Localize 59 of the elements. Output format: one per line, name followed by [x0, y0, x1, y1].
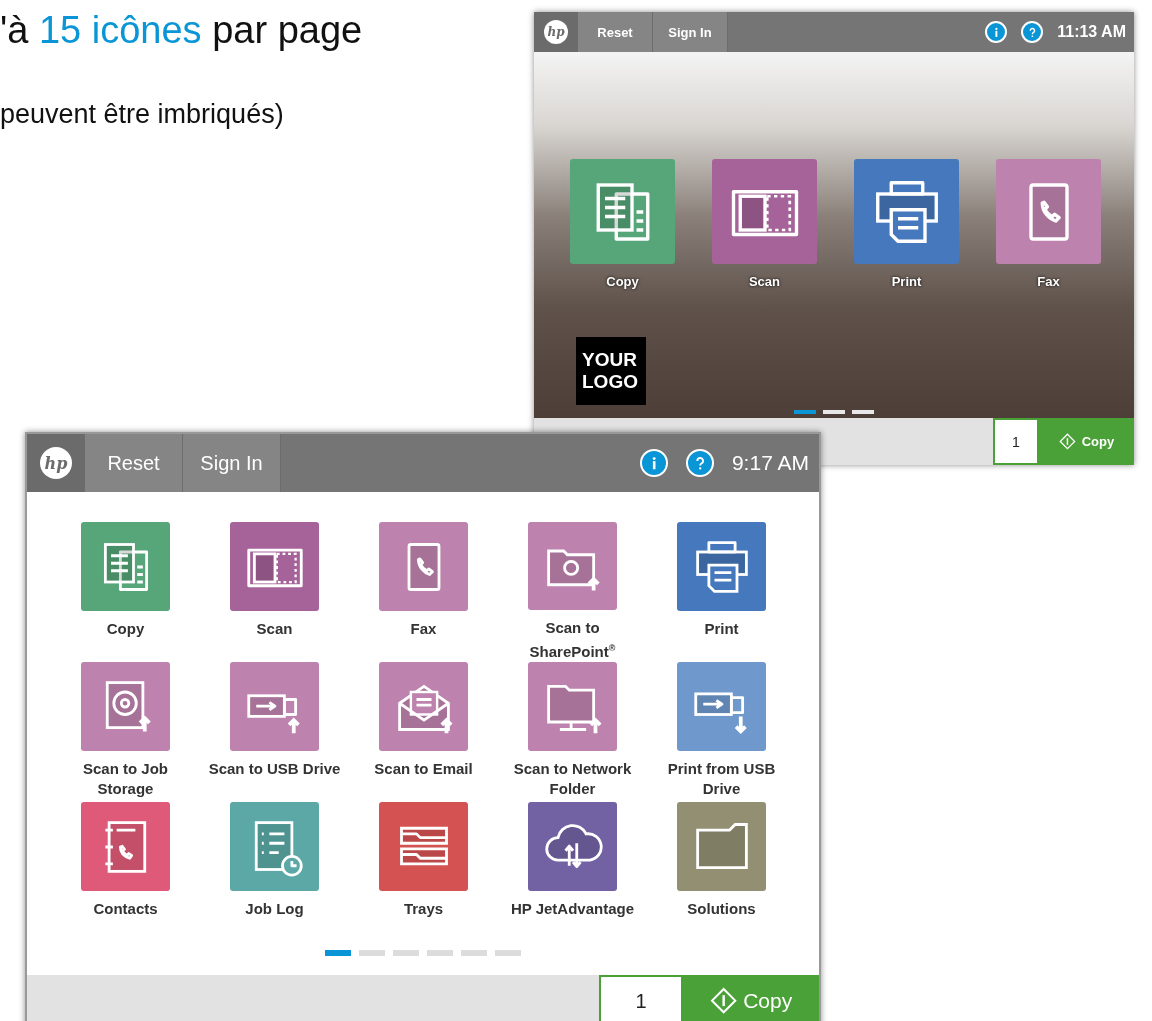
app-tile-button[interactable]	[528, 662, 617, 751]
app-tile-button[interactable]	[81, 802, 170, 891]
app-label: Scan to Email	[373, 759, 474, 779]
top-bar-button[interactable]: Reset	[578, 12, 653, 52]
app-label: Fax	[409, 619, 438, 639]
top-bar-button[interactable]: Sign In	[183, 434, 281, 492]
app-label: Copy	[105, 619, 146, 639]
copies-field[interactable]: 1	[599, 975, 683, 1021]
app-tile-button[interactable]	[81, 522, 170, 611]
app-tile-button[interactable]	[379, 522, 468, 611]
info-icon[interactable]	[985, 21, 1008, 43]
copy-button[interactable]: Copy	[683, 975, 819, 1021]
app-tile-button[interactable]	[379, 802, 468, 891]
app-tile-button[interactable]	[230, 662, 319, 751]
app-tile-button[interactable]	[712, 159, 817, 264]
app-label: Scan	[748, 274, 781, 289]
app-tile-button[interactable]	[528, 522, 617, 610]
app-label: Fax	[1037, 274, 1060, 289]
app-tile-button[interactable]	[379, 662, 468, 751]
copy-button[interactable]: Copy	[1039, 418, 1134, 465]
hp-logo: hp	[544, 20, 568, 44]
top-bar-button[interactable]: Reset	[85, 434, 183, 492]
app-tile-button[interactable]	[230, 522, 319, 611]
app-label: Copy	[606, 274, 639, 289]
app-label: Trays	[402, 899, 445, 919]
app-label: Print	[703, 619, 740, 639]
app-tile-button[interactable]	[677, 802, 766, 891]
headline-text: peuvent être imbriqués)	[0, 98, 284, 131]
app-label: Print from USB Drive	[666, 759, 777, 799]
app-label: Scan to Network Folder	[512, 759, 633, 799]
app-tile-button[interactable]	[996, 159, 1101, 264]
help-icon[interactable]	[1021, 21, 1044, 43]
clock-time: 11:13 AM	[1057, 23, 1126, 41]
app-label: Scan to Job Storage	[82, 759, 169, 799]
logo-text: YOUR LOGO	[582, 349, 638, 392]
start-diamond-icon	[1058, 433, 1076, 450]
info-icon[interactable]	[639, 449, 668, 477]
app-label: Contacts	[92, 899, 159, 919]
app-label: Scan to USB Drive	[207, 759, 342, 779]
app-label: HP JetAdvantage	[509, 899, 636, 919]
app-tile-button[interactable]	[677, 662, 766, 751]
hp-logo: hp	[40, 447, 72, 479]
app-tile-button[interactable]	[677, 522, 766, 611]
app-tile-button[interactable]	[854, 159, 959, 264]
top-bar-button[interactable]: Sign In	[653, 12, 728, 52]
app-label: Scan to SharePoint$^{®}$	[528, 618, 617, 662]
help-icon[interactable]	[685, 449, 714, 477]
headline-text: 'à 15 icônes par page	[0, 8, 363, 53]
start-diamond-icon	[709, 987, 738, 1015]
copies-field[interactable]: 1	[993, 418, 1039, 465]
app-label: Job Log	[244, 899, 305, 919]
app-label: Scan	[255, 619, 294, 639]
app-tile-button[interactable]	[230, 802, 319, 891]
app-label: Solutions	[686, 899, 757, 919]
app-tile-button[interactable]	[81, 662, 170, 751]
app-tile-button[interactable]	[528, 802, 617, 891]
clock-time: 9:17 AM	[731, 451, 809, 475]
app-tile-button[interactable]	[570, 159, 675, 264]
app-label: Print	[891, 274, 922, 289]
